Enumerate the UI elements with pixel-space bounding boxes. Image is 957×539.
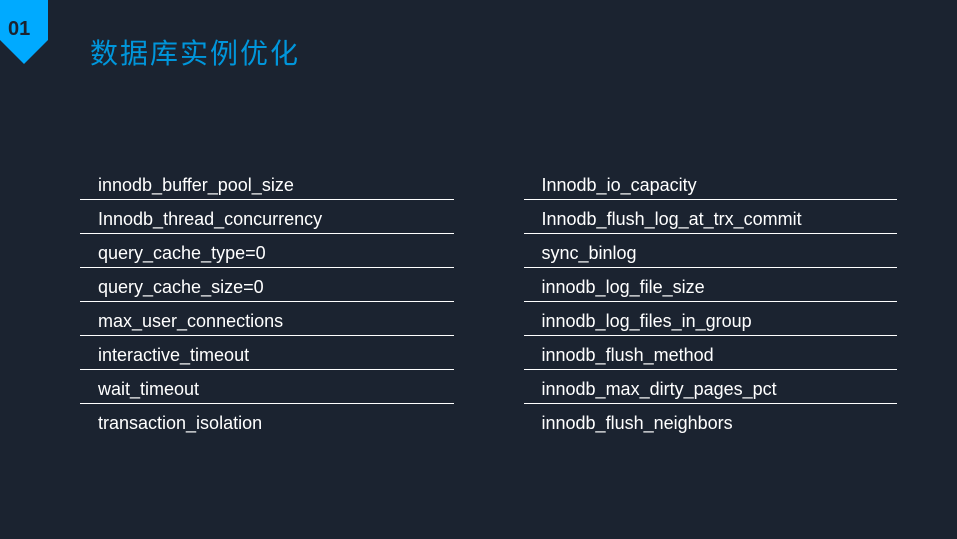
list-item: Innodb_thread_concurrency <box>80 204 454 234</box>
list-item: interactive_timeout <box>80 340 454 370</box>
left-column: innodb_buffer_pool_size Innodb_thread_co… <box>80 170 454 442</box>
right-column: Innodb_io_capacity Innodb_flush_log_at_t… <box>524 170 898 442</box>
list-item: Innodb_io_capacity <box>524 170 898 200</box>
list-item: innodb_max_dirty_pages_pct <box>524 374 898 404</box>
slide-number: 01 <box>8 18 30 41</box>
list-item: query_cache_type=0 <box>80 238 454 268</box>
list-item: Innodb_flush_log_at_trx_commit <box>524 204 898 234</box>
list-item: wait_timeout <box>80 374 454 404</box>
slide-title: 数据库实例优化 <box>90 32 300 72</box>
list-item: transaction_isolation <box>80 408 454 438</box>
list-item: max_user_connections <box>80 306 454 336</box>
list-item: innodb_flush_method <box>524 340 898 370</box>
list-item: innodb_flush_neighbors <box>524 408 898 438</box>
list-item: innodb_buffer_pool_size <box>80 170 454 200</box>
list-item: innodb_log_files_in_group <box>524 306 898 336</box>
list-item: sync_binlog <box>524 238 898 268</box>
list-item: query_cache_size=0 <box>80 272 454 302</box>
list-item: innodb_log_file_size <box>524 272 898 302</box>
content-area: innodb_buffer_pool_size Innodb_thread_co… <box>80 170 897 442</box>
